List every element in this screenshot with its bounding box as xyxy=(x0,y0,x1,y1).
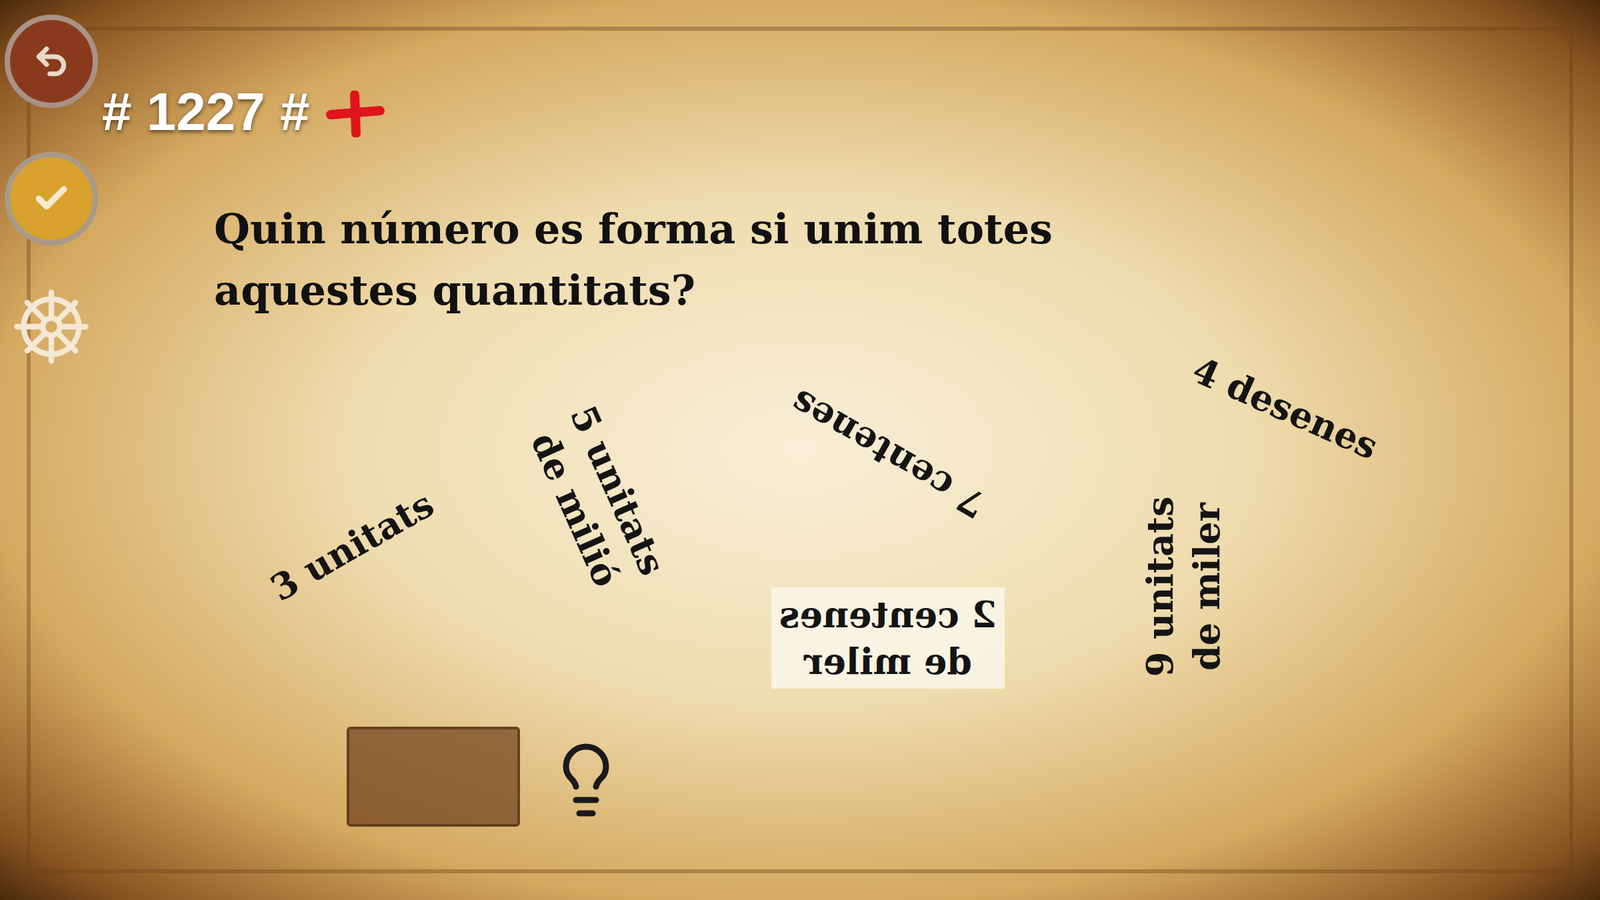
quantity-card[interactable]: 7 centenes xyxy=(773,372,1003,536)
quantity-card[interactable]: 2 centenesde miler xyxy=(771,587,1005,689)
undo-arrow-icon xyxy=(32,42,70,80)
quantity-card[interactable]: 4 desenes xyxy=(1176,339,1395,477)
lightbulb-icon xyxy=(546,740,626,820)
game-screen: # 1227 # Quin número es forma si unim tot… xyxy=(0,0,1600,900)
quantity-text: 4 desenes xyxy=(1185,346,1386,470)
check-icon xyxy=(32,180,70,218)
red-cross-icon xyxy=(325,90,386,138)
question-line: Quin número es forma si unim totes xyxy=(214,198,1053,260)
quantity-text: 9 unitats xyxy=(1136,496,1184,678)
quantity-text: de miler xyxy=(1183,502,1230,671)
check-button[interactable] xyxy=(4,152,98,246)
quantity-text: 3 unitats xyxy=(262,480,442,612)
level-number: # 1227 # xyxy=(102,85,310,139)
question-line: aquestes quantitats? xyxy=(214,260,1053,322)
quantity-text: de miler xyxy=(804,638,972,685)
wheel-button[interactable] xyxy=(8,283,95,370)
ship-wheel-icon xyxy=(10,285,93,368)
quantity-text: 7 centenes xyxy=(782,379,994,529)
question: Quin número es forma si unim totesaquest… xyxy=(214,198,1053,322)
quantity-card[interactable]: 9 unitatsde miler xyxy=(1132,488,1234,686)
quantity-card[interactable]: 5 unitatsde milió xyxy=(510,389,684,610)
side-toolbar xyxy=(0,0,102,900)
map-decoration xyxy=(346,726,520,827)
level-header: # 1227 # xyxy=(102,85,1053,139)
quantity-card[interactable]: 3 unitats xyxy=(253,473,451,619)
back-button[interactable] xyxy=(4,14,98,108)
quantity-text: 2 centenes xyxy=(779,591,997,638)
hint-button[interactable] xyxy=(544,738,628,822)
